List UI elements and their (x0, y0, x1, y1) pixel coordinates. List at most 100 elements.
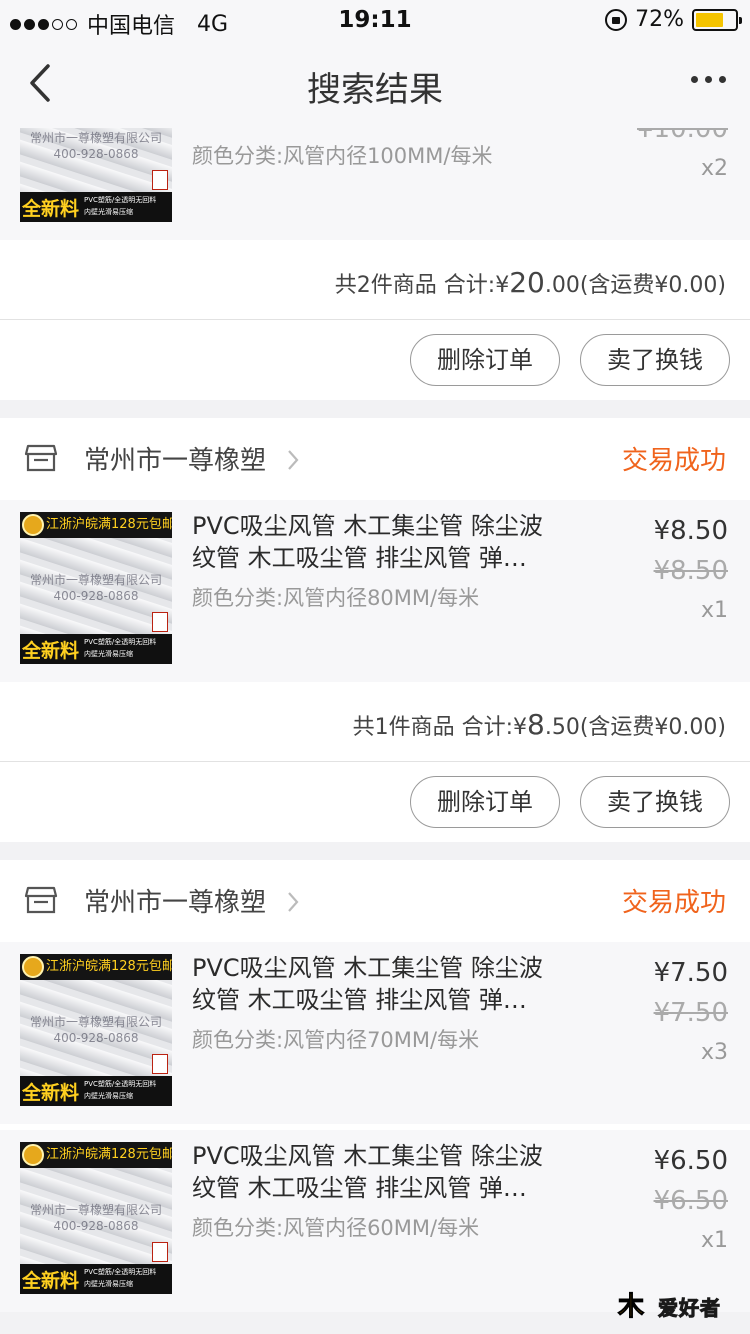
product-title[interactable]: PVC吸尘风管 木工集尘管 除尘波纹管 木工吸尘管 排尘风管 弹… (192, 510, 592, 574)
product-title-line: 纹管 木工吸尘管 排尘风管 弹… (192, 1174, 527, 1202)
product-quantity: x1 (700, 1228, 728, 1253)
thumbnail-company: 常州市一尊橡塑有限公司 400-928-0868 (20, 130, 172, 162)
product-thumbnail[interactable]: 江浙沪皖满128元包邮常州市一尊橡塑有限公司400-928-0868全新料PVC… (20, 512, 172, 664)
shop-name[interactable]: 常州市一尊橡塑 (84, 882, 266, 919)
product-title-line: 纹管 木工吸尘管 排尘风管 弹… (192, 544, 527, 572)
order-separator (0, 842, 750, 860)
thumbnail-feature: PVC塑筋/全透明无回料 (84, 1268, 157, 1276)
thumbnail-company: 常州市一尊橡塑有限公司 400-928-0868 (20, 1202, 172, 1234)
medal-icon (22, 514, 44, 536)
thumbnail-phone: 400-928-0868 (53, 1219, 139, 1233)
product-original-price: ¥8.50 (653, 556, 728, 586)
order-actions: 删除订单 卖了换钱 (0, 320, 750, 400)
delete-order-button[interactable]: 删除订单 (410, 776, 560, 828)
thumbnail-badge: 全新料 (22, 640, 80, 662)
page-title: 搜索结果 (307, 70, 443, 110)
thumbnail-features: PVC塑筋/全透明无回料 内壁光滑易压缩 (84, 194, 156, 218)
item-count: 2 (356, 273, 371, 298)
delete-order-button[interactable]: 删除订单 (410, 334, 560, 386)
watermark-text: 爱好者 (658, 1296, 721, 1321)
more-options-icon[interactable] (691, 76, 726, 83)
rotation-lock-icon (605, 8, 628, 31)
order-card: 常州市一尊橡塑 交易成功 江浙沪皖满128元包邮 常州市一尊橡塑有限公司 400-928… (0, 418, 750, 842)
thumbnail-feature: PVC塑筋/全透明无回料 (84, 1080, 157, 1088)
thumbnail-phone: 400-928-0868 (53, 589, 139, 603)
product-title-line: 纹管 木工吸尘管 排尘风管 弹… (192, 128, 592, 132)
thumbnail-badge: 全新料 (22, 198, 80, 220)
thumbnail-footer: 全新料 PVC塑筋/全透明无回料 内壁光滑易压缩 (20, 1264, 172, 1294)
resell-button[interactable]: 卖了换钱 (580, 334, 730, 386)
total-amount: 20 (509, 266, 545, 299)
order-total: 共2件商品 合计:¥20.00(含运费¥0.00) (335, 266, 726, 299)
order-card: 常州市一尊橡塑 交易成功江浙沪皖满128元包邮 常州市一尊橡塑有限公司 400-928… (0, 860, 750, 1312)
product-quantity: x2 (700, 156, 728, 181)
order-list: 江浙沪皖满128元包邮常州市一尊橡塑有限公司400-928-0868全新料PVC… (0, 128, 750, 1334)
order-card: 江浙沪皖满128元包邮常州市一尊橡塑有限公司400-928-0868全新料PVC… (0, 128, 750, 400)
thumbnail-phone: 400-928-0868 (53, 1031, 139, 1045)
product-original-price: ¥7.50 (653, 998, 728, 1028)
resell-button[interactable]: 卖了换钱 (580, 776, 730, 828)
brand-logo-icon (152, 1054, 168, 1074)
store-icon (24, 886, 58, 914)
product-thumbnail[interactable]: 江浙沪皖满128元包邮常州市一尊橡塑有限公司400-928-0868全新料PVC… (20, 128, 172, 222)
product-row[interactable]: 江浙沪皖满128元包邮常州市一尊橡塑有限公司400-928-0868全新料PVC… (0, 942, 750, 1124)
product-row[interactable]: 江浙沪皖满128元包邮常州市一尊橡塑有限公司400-928-0868全新料PVC… (0, 500, 750, 682)
thumbnail-company-name: 常州市一尊橡塑有限公司 (29, 1203, 162, 1217)
thumbnail-footer: 全新料 PVC塑筋/全透明无回料 内壁光滑易压缩 (20, 634, 172, 664)
product-title[interactable]: PVC吸尘风管 木工集尘管 除尘波纹管 木工吸尘管 排尘风管 弹… (192, 128, 592, 132)
total-prefix: 共 (352, 715, 375, 740)
thumbnail-company: 常州市一尊橡塑有限公司 400-928-0868 (20, 1014, 172, 1046)
thumbnail-phone: 400-928-0868 (53, 147, 139, 161)
chevron-right-icon (288, 450, 299, 470)
product-original-price: ¥6.50 (653, 1186, 728, 1216)
battery-icon (692, 8, 742, 31)
shipping-label: (含运费 (579, 273, 655, 298)
product-thumbnail[interactable]: 江浙沪皖满128元包邮常州市一尊橡塑有限公司400-928-0868全新料PVC… (20, 1142, 172, 1294)
product-sku: 颜色分类:风管内径70MM/每米 (192, 1028, 480, 1052)
product-title[interactable]: PVC吸尘风管 木工集尘管 除尘波纹管 木工吸尘管 排尘风管 弹… (192, 952, 592, 1016)
shipping-close: ) (717, 715, 726, 740)
watermark-logo: 木 爱好者 (614, 1284, 742, 1328)
shop-header[interactable]: 常州市一尊橡塑 交易成功 (0, 860, 750, 942)
brand-logo-icon (152, 1242, 168, 1262)
product-price: ¥7.50 (653, 958, 728, 988)
product-title-line: PVC吸尘风管 木工集尘管 除尘波 (192, 512, 543, 540)
product-sku: 颜色分类:风管内径100MM/每米 (192, 144, 493, 168)
total-label: 件商品 合计: (388, 715, 513, 740)
medal-icon (22, 1144, 44, 1166)
total-prefix: 共 (334, 273, 357, 298)
product-price: ¥8.50 (653, 516, 728, 546)
thumbnail-footer: 全新料 PVC塑筋/全透明无回料 内壁光滑易压缩 (20, 192, 172, 222)
order-summary: 共2件商品 合计:¥20.00(含运费¥0.00) (0, 240, 750, 320)
shop-header[interactable]: 常州市一尊橡塑 交易成功 (0, 418, 750, 500)
order-status: 交易成功 (621, 446, 726, 476)
thumbnail-company-name: 常州市一尊橡塑有限公司 (29, 131, 162, 145)
thumbnail-feature: 内壁光滑易压缩 (84, 650, 133, 658)
store-icon (24, 444, 58, 472)
total-decimal: .00 (544, 273, 580, 298)
thumbnail-footer: 全新料 PVC塑筋/全透明无回料 内壁光滑易压缩 (20, 1076, 172, 1106)
order-separator (0, 400, 750, 418)
order-summary: 共1件商品 合计:¥8.50(含运费¥0.00) (0, 682, 750, 762)
thumbnail-features: PVC塑筋/全透明无回料 内壁光滑易压缩 (84, 1078, 156, 1102)
product-thumbnail[interactable]: 江浙沪皖满128元包邮常州市一尊橡塑有限公司400-928-0868全新料PVC… (20, 954, 172, 1106)
product-title-line: PVC吸尘风管 木工集尘管 除尘波 (192, 1142, 543, 1170)
total-decimal: .50 (544, 715, 580, 740)
product-row[interactable]: 江浙沪皖满128元包邮常州市一尊橡塑有限公司400-928-0868全新料PVC… (0, 128, 750, 240)
shipping-fee: ¥0.00 (654, 715, 718, 740)
product-price: ¥6.50 (653, 1146, 728, 1176)
thumbnail-feature: 内壁光滑易压缩 (84, 1280, 133, 1288)
currency-symbol: ¥ (495, 273, 510, 298)
nav-bar: 搜索结果 (0, 40, 750, 128)
thumbnail-company-name: 常州市一尊橡塑有限公司 (29, 573, 162, 587)
thumbnail-company: 常州市一尊橡塑有限公司 400-928-0868 (20, 572, 172, 604)
product-title[interactable]: PVC吸尘风管 木工集尘管 除尘波纹管 木工吸尘管 排尘风管 弹… (192, 1140, 592, 1204)
battery-percent: 72% (635, 7, 684, 32)
shop-name[interactable]: 常州市一尊橡塑 (84, 440, 266, 477)
brand-logo-icon (152, 170, 168, 190)
product-original-price: ¥10.00 (637, 128, 728, 144)
medal-icon (22, 956, 44, 978)
product-sku: 颜色分类:风管内径80MM/每米 (192, 586, 480, 610)
status-bar: 中国电信 4G 19:11 72% (0, 0, 750, 40)
watermark-mark-icon: 木 (617, 1292, 645, 1323)
